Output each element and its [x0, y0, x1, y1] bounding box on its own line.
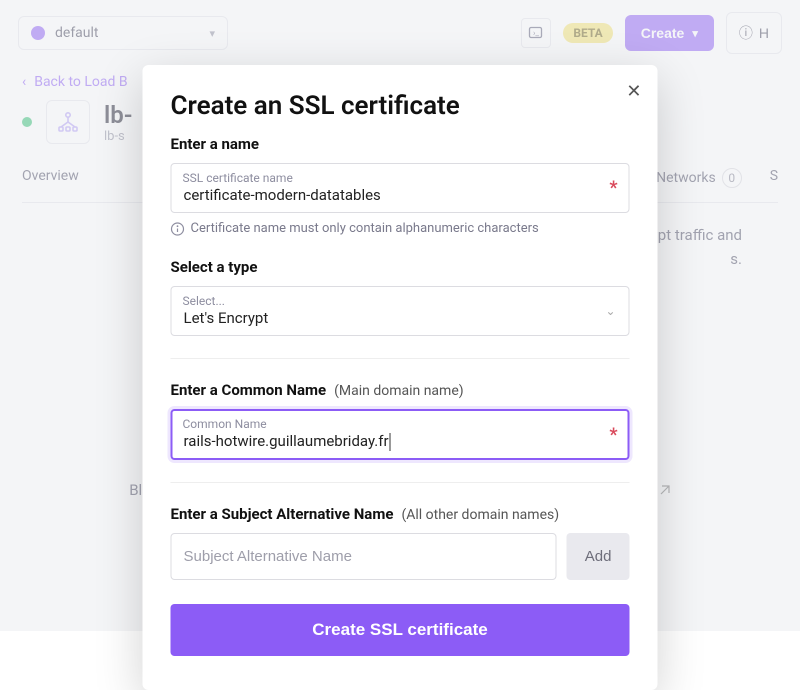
- name-inner-label: SSL certificate name: [183, 171, 293, 185]
- section-divider: [171, 482, 630, 483]
- ssl-type-select[interactable]: Let's Encrypt: [171, 286, 630, 336]
- san-hint: (All other domain names): [401, 507, 559, 523]
- text-cursor: [390, 433, 391, 451]
- cn-field-wrap: Common Name rails-hotwire.guillaumebrida…: [171, 409, 630, 460]
- san-input[interactable]: [171, 533, 557, 580]
- close-button[interactable]: ✕: [626, 81, 641, 102]
- add-san-button[interactable]: Add: [567, 533, 630, 580]
- name-field-wrap: SSL certificate name certificate-modern-…: [171, 163, 630, 213]
- type-inner-label: Select...: [183, 294, 225, 308]
- close-icon: ✕: [626, 81, 641, 101]
- ssl-certificate-modal: ✕ Create an SSL certificate Enter a name…: [143, 65, 658, 690]
- san-section-label: Enter a Subject Alternative Name(All oth…: [171, 505, 630, 523]
- name-helper-text: Certificate name must only contain alpha…: [171, 221, 630, 236]
- cn-section-label: Enter a Common Name(Main domain name): [171, 381, 630, 399]
- cn-hint: (Main domain name): [334, 383, 464, 399]
- chevron-down-icon: ⌄: [605, 304, 615, 318]
- type-section-label: Select a type: [171, 258, 630, 276]
- name-section-label: Enter a name: [171, 135, 630, 153]
- modal-title: Create an SSL certificate: [171, 91, 630, 121]
- required-indicator: *: [609, 178, 617, 199]
- create-ssl-button[interactable]: Create SSL certificate: [171, 604, 630, 656]
- info-icon: [171, 222, 185, 236]
- section-divider: [171, 358, 630, 359]
- type-select-wrap: Select... Let's Encrypt ⌄: [171, 286, 630, 336]
- required-indicator: *: [609, 424, 617, 445]
- cn-inner-label: Common Name: [183, 417, 267, 431]
